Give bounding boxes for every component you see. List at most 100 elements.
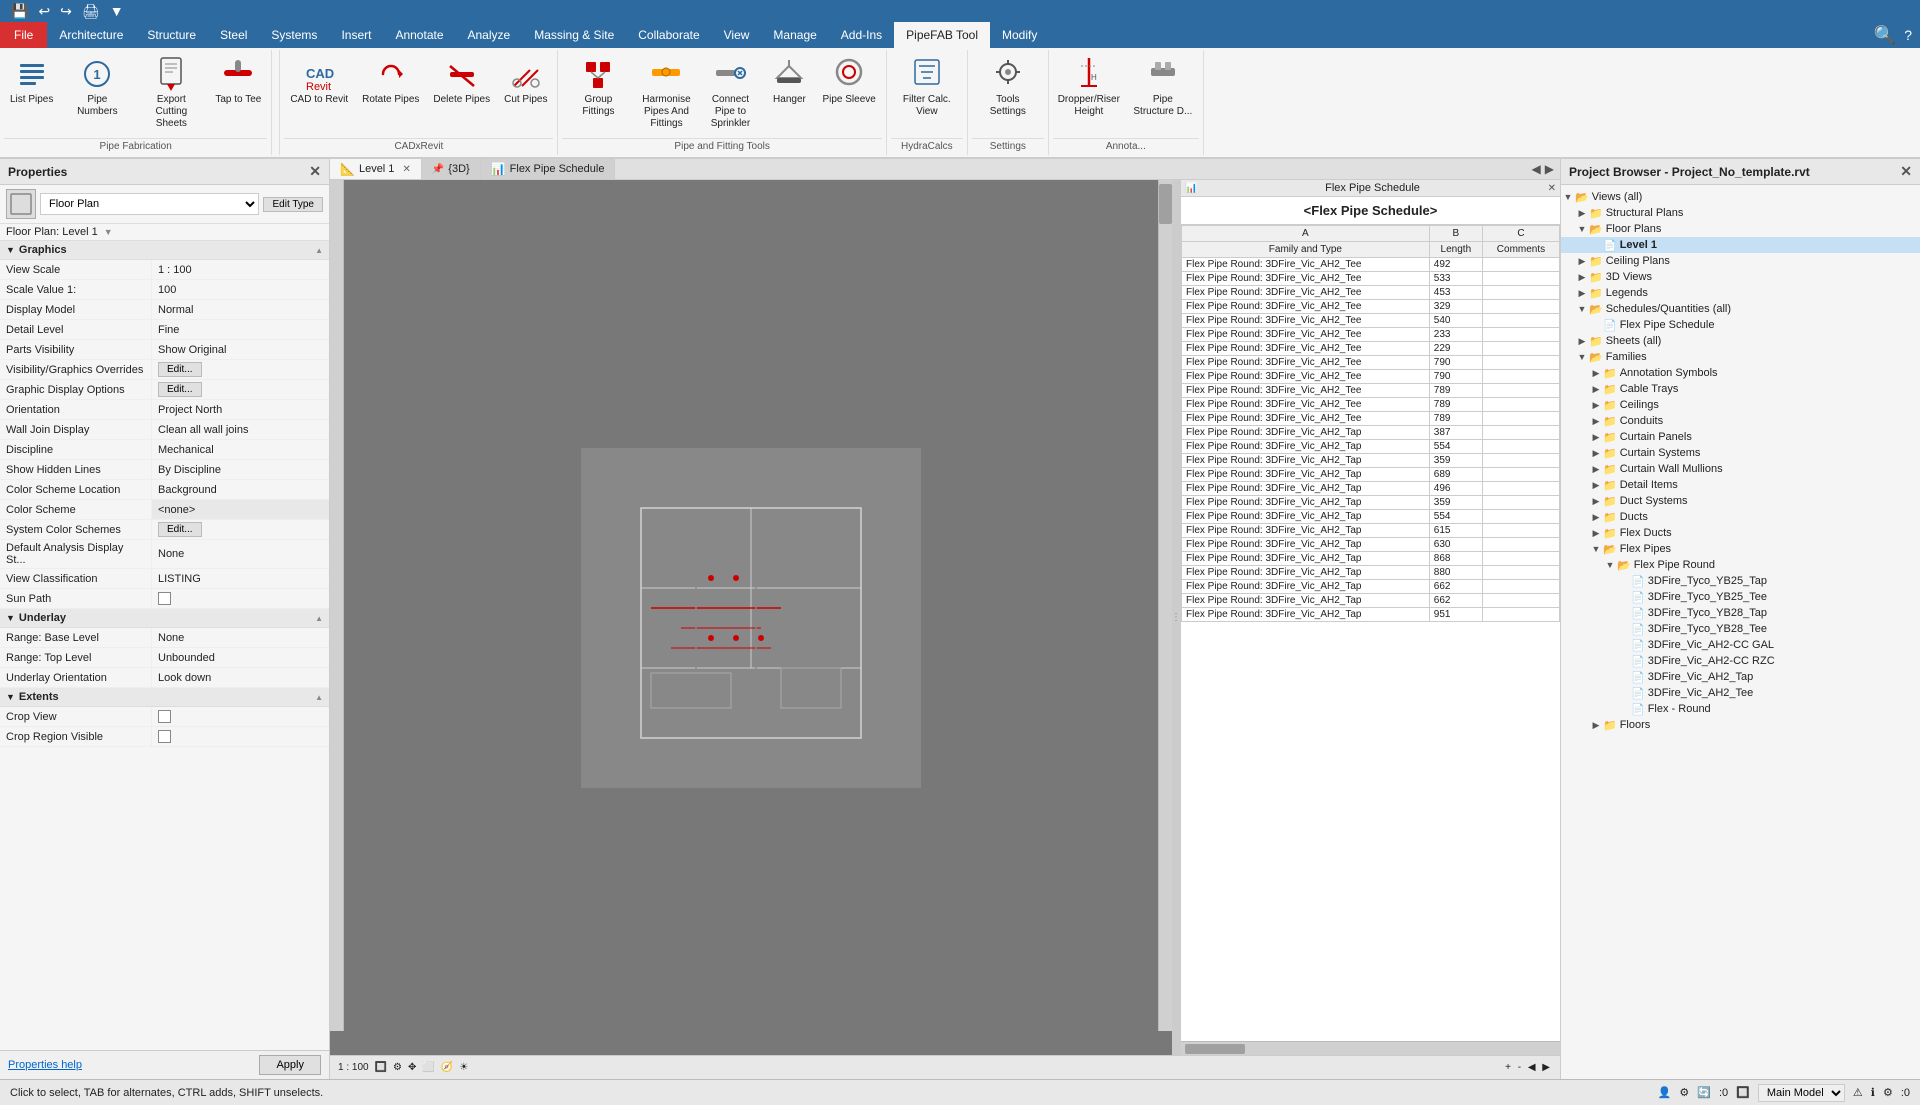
status-settings-icon[interactable]: ⚙	[1883, 1086, 1893, 1099]
sun-icon[interactable]: ☀	[459, 1062, 468, 1073]
connect-pipe-button[interactable]: Connect Pipe to Sprinkler	[698, 54, 762, 132]
schedule-view-close[interactable]: ✕	[1548, 183, 1556, 194]
tree-node-curtain-systems[interactable]: ▶📁Curtain Systems	[1561, 445, 1920, 461]
pipe-structure-button[interactable]: Pipe Structure D...	[1127, 54, 1199, 120]
properties-help-link[interactable]: Properties help	[8, 1059, 82, 1071]
tree-expand-3dfire-vic-ah2-cc-gal[interactable]	[1617, 638, 1631, 652]
schedule-hscroll[interactable]	[1181, 1041, 1560, 1055]
tree-expand-views-all[interactable]: ▼	[1561, 190, 1575, 204]
tree-expand-detail-items[interactable]: ▶	[1589, 478, 1603, 492]
properties-close-btn[interactable]: ✕	[309, 163, 321, 180]
visibility-edit-btn[interactable]: Edit...	[158, 362, 202, 377]
tab-massing[interactable]: Massing & Site	[522, 22, 626, 48]
view-tabs-scroll-left[interactable]: ◀	[1532, 162, 1541, 176]
schedule-row-21[interactable]: Flex Pipe Round: 3DFire_Vic_AH2_Tap868	[1182, 552, 1560, 566]
tree-node-conduits[interactable]: ▶📁Conduits	[1561, 413, 1920, 429]
tab-systems[interactable]: Systems	[259, 22, 329, 48]
underlay-collapse-btn[interactable]: ▲	[315, 614, 323, 623]
schedule-row-18[interactable]: Flex Pipe Round: 3DFire_Vic_AH2_Tap554	[1182, 510, 1560, 524]
zoom-in-btn[interactable]: +	[1505, 1062, 1511, 1073]
tree-node-floors[interactable]: ▶📁Floors	[1561, 717, 1920, 733]
tree-node-detail-items[interactable]: ▶📁Detail Items	[1561, 477, 1920, 493]
schedule-row-0[interactable]: Flex Pipe Round: 3DFire_Vic_AH2_Tee492	[1182, 258, 1560, 272]
tree-expand-ceilings[interactable]: ▶	[1589, 398, 1603, 412]
move-icon[interactable]: ✥	[408, 1062, 416, 1073]
expand-quick-btn[interactable]: ▼	[107, 2, 127, 20]
project-browser-close-btn[interactable]: ✕	[1900, 163, 1912, 180]
floor-plan-hscroll-btn[interactable]	[330, 180, 344, 1031]
tab-addins[interactable]: Add-Ins	[829, 22, 894, 48]
tab-insert[interactable]: Insert	[329, 22, 383, 48]
schedule-row-3[interactable]: Flex Pipe Round: 3DFire_Vic_AH2_Tee329	[1182, 300, 1560, 314]
tree-expand-schedules-all[interactable]: ▼	[1575, 302, 1589, 316]
schedule-row-24[interactable]: Flex Pipe Round: 3DFire_Vic_AH2_Tap662	[1182, 594, 1560, 608]
schedule-row-4[interactable]: Flex Pipe Round: 3DFire_Vic_AH2_Tee540	[1182, 314, 1560, 328]
search-btn[interactable]: 🔍	[1874, 25, 1896, 46]
graphic-display-edit-btn[interactable]: Edit...	[158, 382, 202, 397]
scroll-left-btn[interactable]: ◀	[1528, 1062, 1536, 1073]
tree-node-ceilings[interactable]: ▶📁Ceilings	[1561, 397, 1920, 413]
tab-manage[interactable]: Manage	[761, 22, 828, 48]
tree-expand-legends[interactable]: ▶	[1575, 286, 1589, 300]
tab-steel[interactable]: Steel	[208, 22, 259, 48]
project-browser-scroll[interactable]: ▼📂Views (all)▶📁Structural Plans▼📂Floor P…	[1561, 185, 1920, 1079]
apply-button[interactable]: Apply	[259, 1055, 321, 1075]
schedule-row-22[interactable]: Flex Pipe Round: 3DFire_Vic_AH2_Tap880	[1182, 566, 1560, 580]
schedule-row-12[interactable]: Flex Pipe Round: 3DFire_Vic_AH2_Tap387	[1182, 426, 1560, 440]
tree-node-3dfire-vic-ah2-cc-rzc[interactable]: 📄3DFire_Vic_AH2-CC RZC	[1561, 653, 1920, 669]
schedule-row-10[interactable]: Flex Pipe Round: 3DFire_Vic_AH2_Tee789	[1182, 398, 1560, 412]
tree-node-3dfire-vic-ah2-tee[interactable]: 📄3DFire_Vic_AH2_Tee	[1561, 685, 1920, 701]
tree-expand-level1[interactable]	[1589, 238, 1603, 252]
floor-plan-vscroll[interactable]	[1158, 180, 1172, 1031]
schedule-row-19[interactable]: Flex Pipe Round: 3DFire_Vic_AH2_Tap615	[1182, 524, 1560, 538]
tree-expand-floor-plans[interactable]: ▼	[1575, 222, 1589, 236]
tree-expand-flex-round[interactable]	[1617, 702, 1631, 716]
tree-node-views-all[interactable]: ▼📂Views (all)	[1561, 189, 1920, 205]
tree-node-flex-pipe-round[interactable]: ▼📂Flex Pipe Round	[1561, 557, 1920, 573]
tree-node-3dfire-tyco-yb25-tap[interactable]: 📄3DFire_Tyco_YB25_Tap	[1561, 573, 1920, 589]
tree-expand-flex-pipe-round[interactable]: ▼	[1603, 558, 1617, 572]
extents-collapse-btn[interactable]: ▲	[315, 693, 323, 702]
tree-node-flex-pipes[interactable]: ▼📂Flex Pipes	[1561, 541, 1920, 557]
tree-expand-conduits[interactable]: ▶	[1589, 414, 1603, 428]
tree-expand-floors[interactable]: ▶	[1589, 718, 1603, 732]
tree-node-curtain-wall-mullions[interactable]: ▶📁Curtain Wall Mullions	[1561, 461, 1920, 477]
tree-node-flex-pipe-schedule[interactable]: 📄Flex Pipe Schedule	[1561, 317, 1920, 333]
floor-plan-type-select[interactable]: Floor Plan	[40, 193, 259, 215]
export-cutting-sheets-button[interactable]: Export Cutting Sheets	[135, 54, 207, 132]
scroll-right-btn[interactable]: ▶	[1542, 1062, 1550, 1073]
sun-path-checkbox[interactable]	[158, 592, 171, 605]
schedule-row-11[interactable]: Flex Pipe Round: 3DFire_Vic_AH2_Tee789	[1182, 412, 1560, 426]
schedule-scroll[interactable]: A B C Family and Type Length Comments	[1181, 225, 1560, 1041]
tree-expand-curtain-wall-mullions[interactable]: ▶	[1589, 462, 1603, 476]
tree-node-legends[interactable]: ▶📁Legends	[1561, 285, 1920, 301]
zoom-out-btn[interactable]: -	[1518, 1062, 1521, 1073]
schedule-row-7[interactable]: Flex Pipe Round: 3DFire_Vic_AH2_Tee790	[1182, 356, 1560, 370]
tree-expand-structural-plans[interactable]: ▶	[1575, 206, 1589, 220]
tree-expand-flex-pipe-schedule[interactable]	[1589, 318, 1603, 332]
status-sync-btn[interactable]: 🔄	[1697, 1086, 1711, 1099]
tree-node-curtain-panels[interactable]: ▶📁Curtain Panels	[1561, 429, 1920, 445]
schedule-row-1[interactable]: Flex Pipe Round: 3DFire_Vic_AH2_Tee533	[1182, 272, 1560, 286]
tree-node-3dfire-tyco-yb28-tee[interactable]: 📄3DFire_Tyco_YB28_Tee	[1561, 621, 1920, 637]
pipe-sleeve-button[interactable]: Pipe Sleeve	[816, 54, 881, 108]
tree-expand-3dfire-vic-ah2-tap[interactable]	[1617, 670, 1631, 684]
dropper-riser-button[interactable]: H Dropper/Riser Height	[1053, 54, 1125, 120]
tree-expand-ceiling-plans[interactable]: ▶	[1575, 254, 1589, 268]
tab-architecture[interactable]: Architecture	[47, 22, 135, 48]
filter-calc-view-button[interactable]: Filter Calc. View	[891, 54, 963, 120]
list-pipes-button[interactable]: List Pipes	[4, 54, 59, 108]
redo-quick-btn[interactable]: ↪	[57, 2, 75, 21]
tab-3d-view[interactable]: 📌 {3D}	[422, 159, 481, 179]
tree-node-3dfire-vic-ah2-cc-gal[interactable]: 📄3DFire_Vic_AH2-CC GAL	[1561, 637, 1920, 653]
help-btn[interactable]: ?	[1904, 27, 1912, 43]
tree-expand-flex-ducts[interactable]: ▶	[1589, 526, 1603, 540]
cut-pipes-button[interactable]: Cut Pipes	[498, 54, 553, 108]
save-quick-btn[interactable]: 💾	[8, 2, 31, 21]
schedule-row-15[interactable]: Flex Pipe Round: 3DFire_Vic_AH2_Tap689	[1182, 468, 1560, 482]
tab-collaborate[interactable]: Collaborate	[626, 22, 711, 48]
tab-flex-schedule[interactable]: 📊 Flex Pipe Schedule	[481, 159, 616, 179]
tab-structure[interactable]: Structure	[135, 22, 208, 48]
schedule-row-5[interactable]: Flex Pipe Round: 3DFire_Vic_AH2_Tee233	[1182, 328, 1560, 342]
crop-region-visible-checkbox[interactable]	[158, 730, 171, 743]
